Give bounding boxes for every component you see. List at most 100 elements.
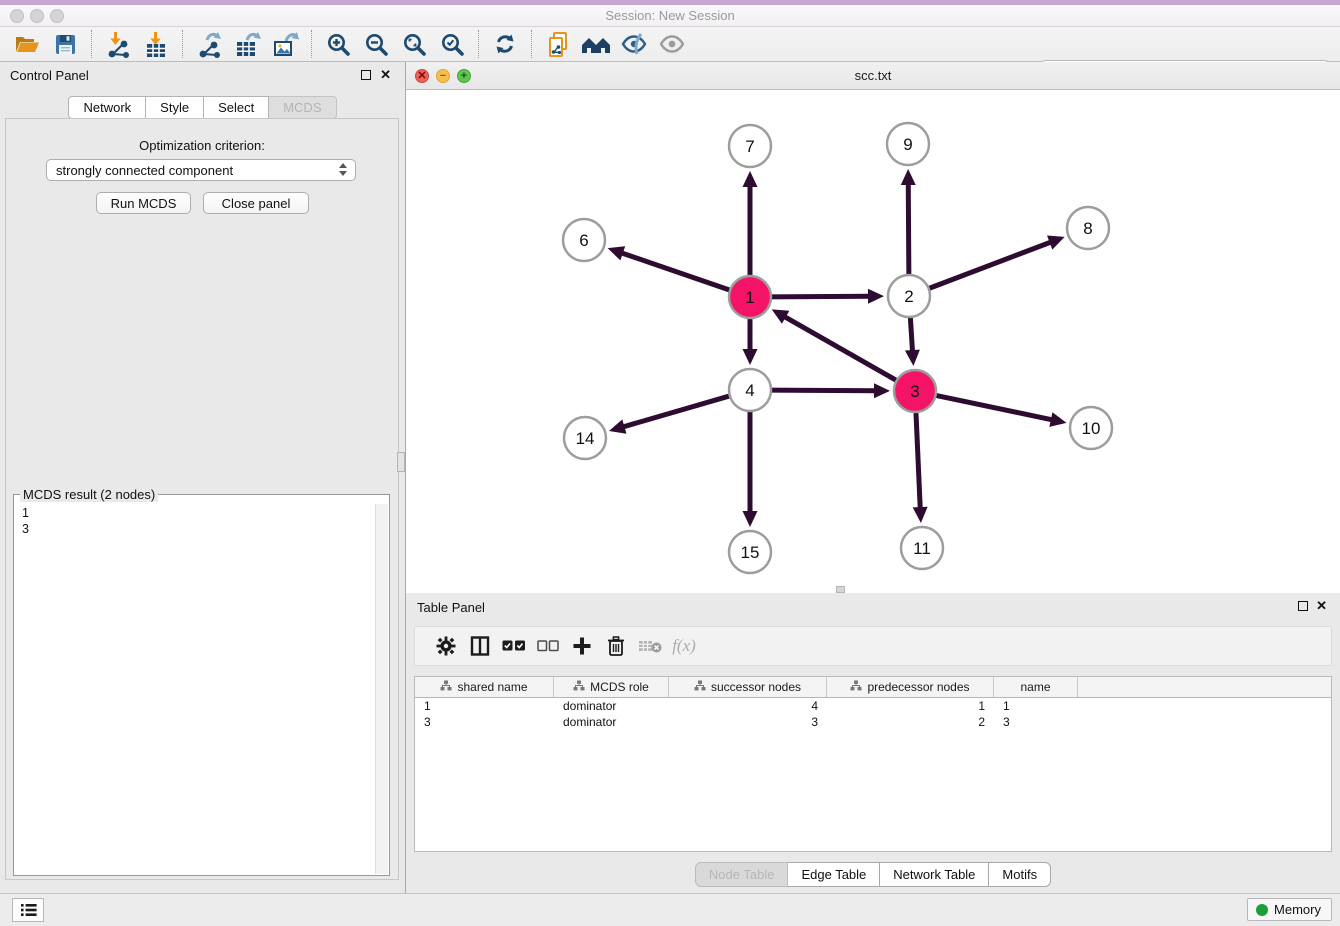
- table-cell[interactable]: 1: [827, 698, 994, 714]
- tab-mcds[interactable]: MCDS: [269, 96, 336, 119]
- node-label-6: 6: [579, 231, 588, 250]
- table-cell[interactable]: 3: [669, 714, 827, 730]
- edge-4-14[interactable]: [621, 395, 731, 427]
- hide-selected-icon[interactable]: [615, 29, 653, 60]
- close-panel-button[interactable]: Close panel: [203, 192, 309, 214]
- show-all-views-icon[interactable]: [577, 29, 615, 60]
- apply-layout-icon[interactable]: [486, 29, 524, 60]
- close-panel-icon[interactable]: ✕: [380, 67, 391, 83]
- toolbar-separator: [91, 30, 92, 58]
- column-settings-icon[interactable]: [429, 631, 463, 661]
- network-title: scc.txt: [406, 68, 1340, 83]
- save-session-icon[interactable]: [46, 29, 84, 60]
- tab-motifs[interactable]: Motifs: [989, 862, 1051, 887]
- toggle-columns-icon[interactable]: [463, 631, 497, 661]
- clone-network-icon[interactable]: [539, 29, 577, 60]
- table-cell[interactable]: dominator: [554, 714, 669, 730]
- edge-2-8[interactable]: [927, 241, 1053, 289]
- table-cell[interactable]: 1: [415, 698, 554, 714]
- column-label: name: [1020, 680, 1050, 694]
- toolbar-separator: [311, 30, 312, 58]
- column-header-name[interactable]: name: [994, 677, 1078, 697]
- edge-2-3[interactable]: [910, 315, 912, 353]
- import-table-icon[interactable]: [137, 29, 175, 60]
- add-column-icon[interactable]: [565, 631, 599, 661]
- titlebar: Session: New Session: [0, 5, 1340, 27]
- result-scrollbar[interactable]: [375, 504, 388, 874]
- function-builder-icon[interactable]: f(x): [667, 631, 701, 661]
- edge-arrowhead: [905, 350, 920, 366]
- column-header-successor-nodes[interactable]: successor nodes: [669, 677, 827, 697]
- column-header-mcds-role[interactable]: MCDS role: [554, 677, 669, 697]
- column-type-icon: [573, 680, 585, 694]
- edge-3-11[interactable]: [916, 410, 920, 510]
- zoom-out-icon[interactable]: [357, 29, 395, 60]
- tab-edge-table[interactable]: Edge Table: [788, 862, 880, 887]
- run-mcds-button[interactable]: Run MCDS: [96, 192, 191, 214]
- zoom-in-icon[interactable]: [319, 29, 357, 60]
- deselect-all-icon[interactable]: [531, 631, 565, 661]
- toolbar-separator: [478, 30, 479, 58]
- node-label-4: 4: [745, 381, 754, 400]
- table-header-row: shared name MCDS role successor nodesprede…: [415, 677, 1331, 698]
- criterion-select[interactable]: strongly connected component: [46, 159, 356, 181]
- table-cell[interactable]: dominator: [554, 698, 669, 714]
- tab-network-table[interactable]: Network Table: [880, 862, 989, 887]
- import-network-icon[interactable]: [99, 29, 137, 60]
- export-network-icon[interactable]: [190, 29, 228, 60]
- edge-arrowhead: [868, 289, 884, 304]
- table-toolbar: f(x): [414, 626, 1332, 666]
- table-cell[interactable]: 2: [827, 714, 994, 730]
- network-canvas[interactable]: 7968124314101511: [406, 90, 1340, 593]
- table-row[interactable]: 3dominator323: [415, 714, 1331, 730]
- delete-table-icon[interactable]: [633, 631, 667, 661]
- horizontal-splitter-handle[interactable]: [836, 586, 845, 593]
- zoom-selected-icon[interactable]: [433, 29, 471, 60]
- node-label-2: 2: [904, 287, 913, 306]
- edge-1-6[interactable]: [620, 252, 732, 290]
- column-header-predecessor-nodes[interactable]: predecessor nodes: [827, 677, 994, 697]
- network-titlebar[interactable]: ✕ − + scc.txt: [406, 62, 1340, 90]
- show-hidden-icon[interactable]: [653, 29, 691, 60]
- select-stepper-icon: [339, 163, 347, 176]
- table-panel: Table Panel ✕: [406, 593, 1340, 893]
- export-table-icon[interactable]: [228, 29, 266, 60]
- table-cell[interactable]: 1: [994, 698, 1078, 714]
- edge-2-9[interactable]: [908, 182, 909, 277]
- close-table-panel-icon[interactable]: ✕: [1316, 598, 1327, 614]
- column-header-shared-name[interactable]: shared name: [415, 677, 554, 697]
- float-table-panel-icon[interactable]: [1298, 601, 1308, 611]
- tab-select[interactable]: Select: [204, 96, 269, 119]
- select-all-icon[interactable]: [497, 631, 531, 661]
- export-image-icon[interactable]: [266, 29, 304, 60]
- tab-node-table[interactable]: Node Table: [695, 862, 789, 887]
- toolbar-separator: [182, 30, 183, 58]
- zoom-fit-icon[interactable]: [395, 29, 433, 60]
- edge-3-1[interactable]: [783, 316, 898, 382]
- table-row[interactable]: 1dominator411: [415, 698, 1331, 714]
- table-cell[interactable]: 4: [669, 698, 827, 714]
- network-view-window: ✕ − + scc.txt 7968124314101511: [406, 62, 1340, 593]
- table-cell[interactable]: 3: [415, 714, 554, 730]
- open-session-icon[interactable]: [8, 29, 46, 60]
- task-history-button[interactable]: [12, 898, 44, 922]
- tab-network[interactable]: Network: [68, 96, 146, 119]
- optimization-criterion-label: Optimization criterion:: [6, 138, 398, 153]
- window-title: Session: New Session: [0, 8, 1340, 23]
- memory-button[interactable]: Memory: [1247, 898, 1332, 921]
- edge-4-3[interactable]: [769, 390, 877, 391]
- table-cell[interactable]: 3: [994, 714, 1078, 730]
- memory-label: Memory: [1274, 902, 1321, 917]
- edge-1-2[interactable]: [769, 296, 871, 297]
- column-type-icon: [440, 680, 452, 694]
- tab-style[interactable]: Style: [146, 96, 204, 119]
- column-label: MCDS role: [590, 680, 649, 694]
- node-label-8: 8: [1083, 219, 1092, 238]
- delete-column-icon[interactable]: [599, 631, 633, 661]
- vertical-splitter-handle[interactable]: [397, 452, 405, 472]
- node-table[interactable]: shared name MCDS role successor nodesprede…: [414, 676, 1332, 852]
- mcds-result-box: MCDS result (2 nodes) 1 3: [13, 494, 390, 876]
- edge-3-10[interactable]: [934, 395, 1054, 420]
- float-panel-icon[interactable]: [361, 70, 371, 80]
- application-window: Session: New Session: [0, 0, 1340, 926]
